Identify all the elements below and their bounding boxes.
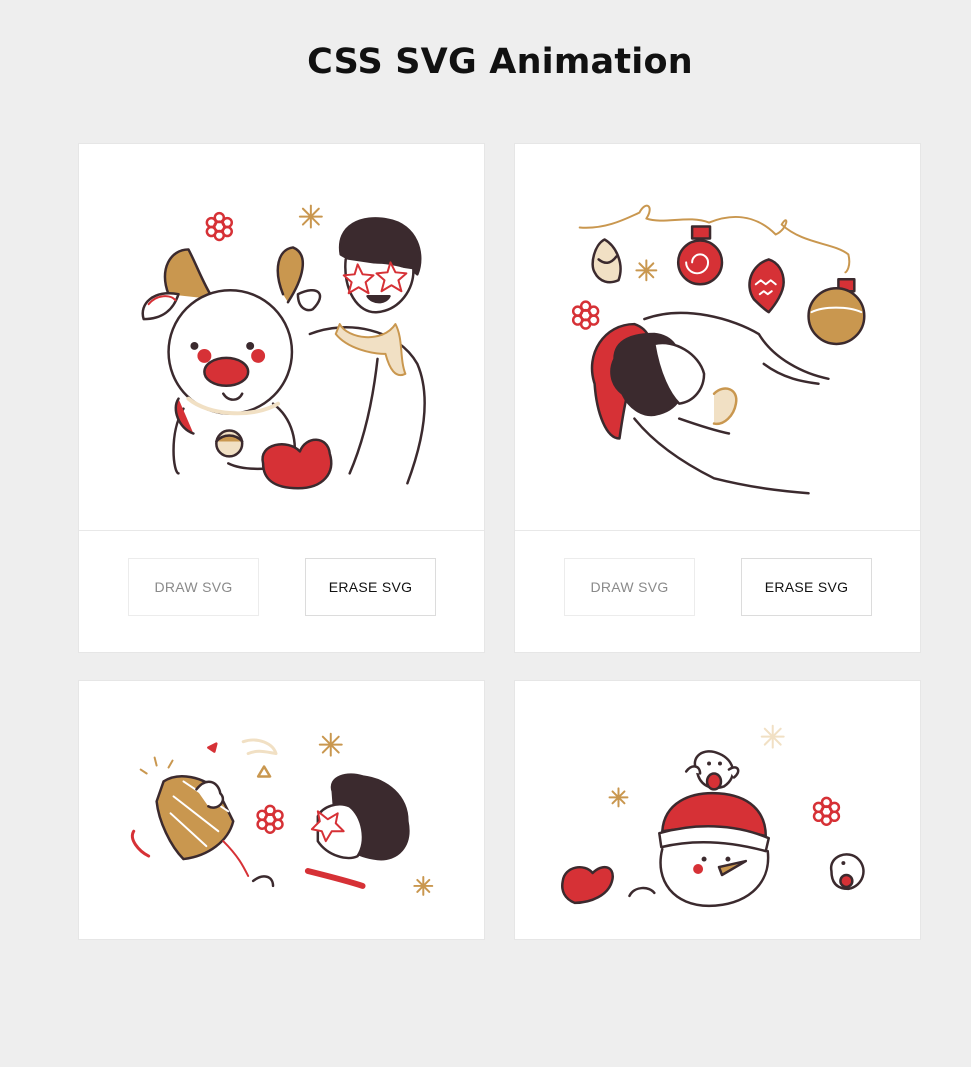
small-bird-icon: [830, 853, 865, 891]
card-footer: DRAW SVG ERASE SVG: [79, 530, 484, 652]
red-snowflake-icon: [205, 211, 233, 242]
snowman-birds-illustration: [515, 681, 920, 1067]
bird-icon: [684, 750, 740, 791]
reindeer-svg: [141, 204, 426, 490]
snowman-svg: [561, 724, 865, 908]
gold-sparkle-icon: [298, 204, 323, 229]
svg-card-ornaments: DRAW SVG ERASE SVG: [514, 143, 921, 653]
party-popper-svg: [131, 732, 434, 896]
party-popper-illustration: [79, 681, 484, 1067]
draw-svg-button[interactable]: DRAW SVG: [128, 558, 259, 616]
party-popper-icon: [155, 775, 250, 877]
cream-ornament-icon: [591, 238, 622, 284]
red-spiral-ornament-icon: [676, 225, 724, 286]
draw-svg-button[interactable]: DRAW SVG: [564, 558, 695, 616]
ornaments-svg: [571, 204, 866, 495]
svg-card-reindeer: DRAW SVG ERASE SVG: [78, 143, 485, 653]
gold-ball-ornament-icon: [807, 278, 866, 346]
erase-svg-button[interactable]: ERASE SVG: [741, 558, 872, 616]
card-footer: DRAW SVG ERASE SVG: [515, 530, 920, 652]
sleeping-girl-ornaments-illustration: [515, 144, 920, 530]
svg-card-party-popper: [78, 680, 485, 940]
svg-card-snowman: [514, 680, 921, 940]
erase-svg-button[interactable]: ERASE SVG: [305, 558, 436, 616]
red-drop-ornament-icon: [748, 258, 785, 314]
reindeer-illustration: [79, 144, 484, 530]
page-title: CSS SVG Animation: [307, 42, 693, 82]
